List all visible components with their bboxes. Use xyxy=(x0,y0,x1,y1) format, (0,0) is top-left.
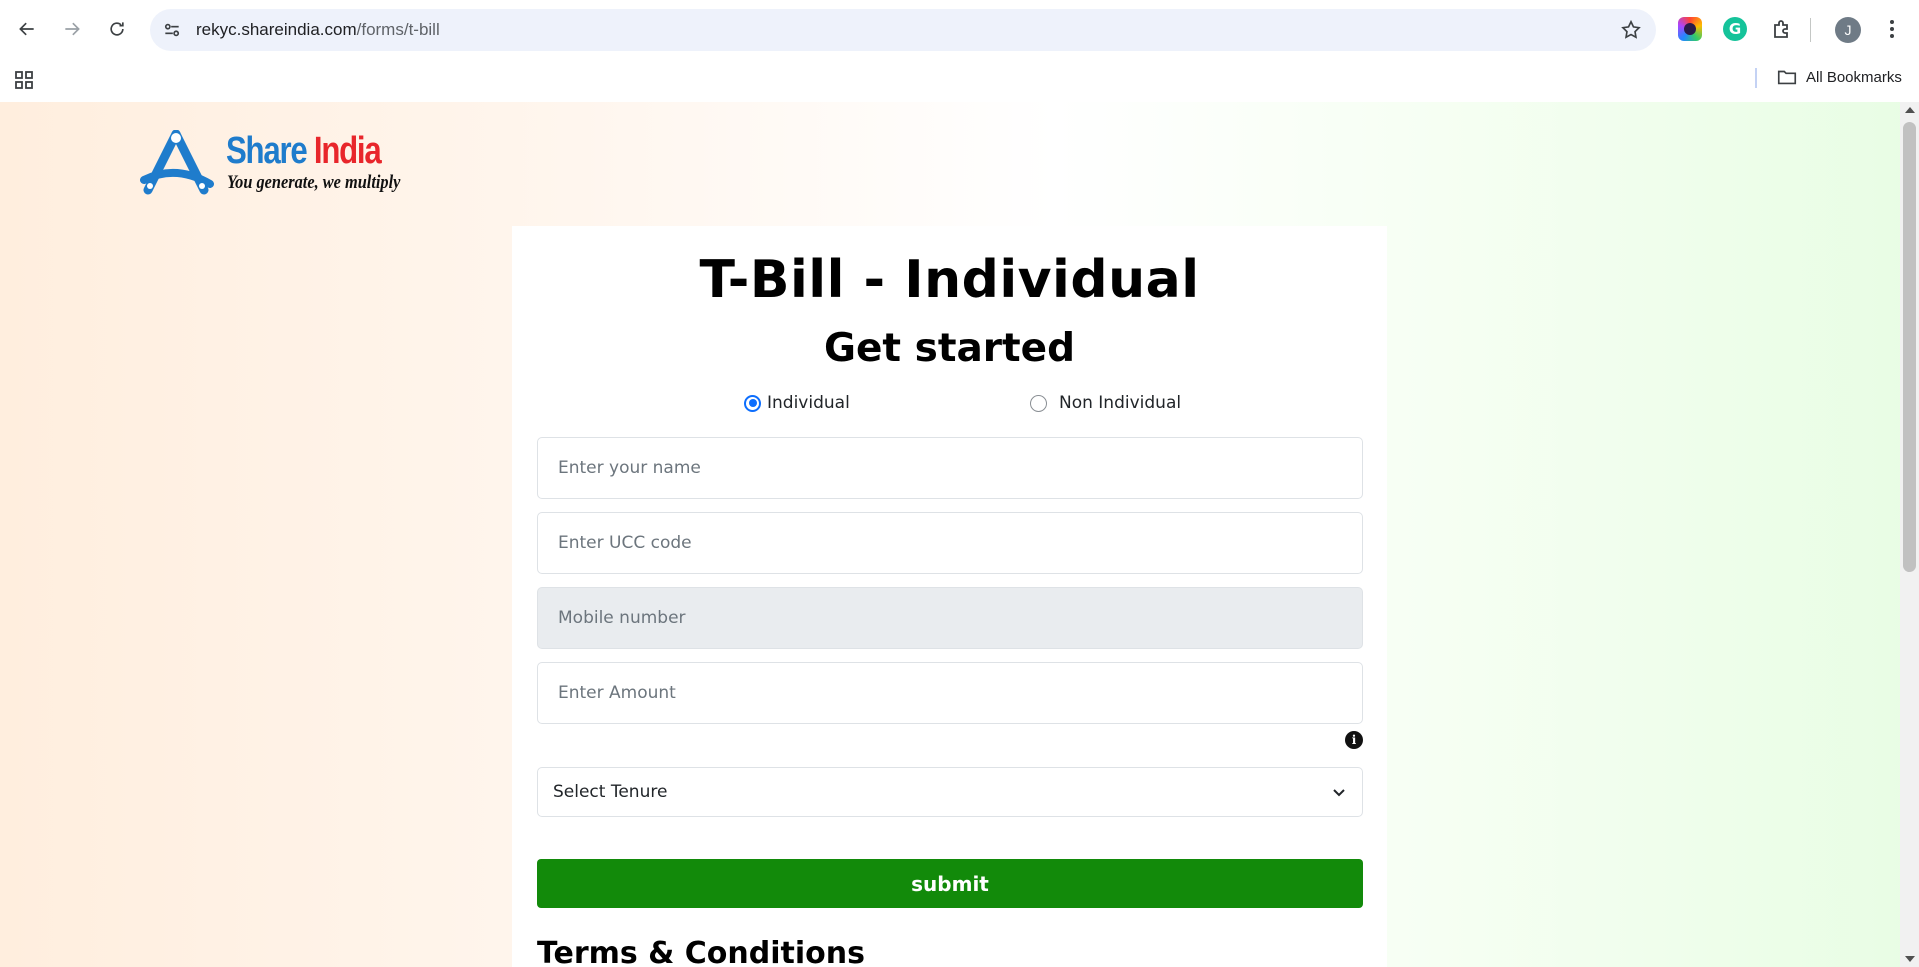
kebab-menu-icon[interactable] xyxy=(1880,17,1904,41)
address-bar[interactable]: rekyc.shareindia.com/forms/t-bill xyxy=(150,9,1656,51)
bookmarks-bar: All Bookmarks xyxy=(0,60,1919,102)
apps-icon[interactable] xyxy=(12,68,36,92)
name-input[interactable]: Enter your name xyxy=(537,437,1363,499)
mobile-number-input[interactable]: Mobile number xyxy=(537,587,1363,649)
extension-icon[interactable] xyxy=(1770,17,1794,41)
radio-individual-control[interactable] xyxy=(744,394,761,412)
browser-toolbar: rekyc.shareindia.com/forms/t-bill G J xyxy=(0,0,1919,60)
scrollbar-thumb[interactable] xyxy=(1903,122,1916,572)
url-text[interactable]: rekyc.shareindia.com/forms/t-bill xyxy=(196,20,440,40)
page-scrollbar[interactable] xyxy=(1900,102,1919,967)
share-india-logo[interactable]: Share India You generate, we multiply xyxy=(138,130,418,202)
forward-icon[interactable] xyxy=(57,14,87,44)
ucc-placeholder: Enter UCC code xyxy=(558,533,692,553)
url-domain: rekyc.shareindia.com xyxy=(196,20,357,39)
logo-word-india: India xyxy=(313,130,382,172)
grammarly-icon[interactable]: G xyxy=(1723,17,1747,41)
form-card: T-Bill - Individual Get started Individu… xyxy=(512,226,1387,967)
radio-non-individual-control[interactable] xyxy=(1030,394,1047,412)
url-path: /forms/t-bill xyxy=(356,20,440,39)
radio-individual[interactable]: Individual xyxy=(744,393,850,413)
folder-icon xyxy=(1777,70,1797,85)
radio-individual-label: Individual xyxy=(767,393,850,413)
logo-word-share: Share xyxy=(226,130,308,172)
extension-colorful-icon[interactable] xyxy=(1678,17,1702,41)
terms-heading: Terms & Conditions xyxy=(537,936,865,967)
ucc-code-input[interactable]: Enter UCC code xyxy=(537,512,1363,574)
toolbar-divider xyxy=(1810,18,1811,42)
star-icon[interactable] xyxy=(1620,19,1642,41)
info-icon[interactable]: i xyxy=(1345,731,1363,749)
tenure-select[interactable]: Select Tenure xyxy=(537,767,1363,817)
reload-icon[interactable] xyxy=(102,14,132,44)
logo-mark-icon xyxy=(140,130,214,195)
chevron-down-icon xyxy=(1333,789,1345,797)
page-viewport: Share India You generate, we multiply T-… xyxy=(0,102,1919,967)
logo-tagline: You generate, we multiply xyxy=(227,172,401,193)
name-placeholder: Enter your name xyxy=(558,458,701,478)
profile-avatar[interactable]: J xyxy=(1835,17,1861,43)
submit-button[interactable]: submit xyxy=(537,859,1363,908)
back-icon[interactable] xyxy=(12,14,42,44)
scroll-down-icon[interactable] xyxy=(1905,956,1915,962)
site-settings-icon[interactable] xyxy=(162,20,182,40)
amount-input[interactable]: Enter Amount xyxy=(537,662,1363,724)
all-bookmarks-button[interactable]: All Bookmarks xyxy=(1776,66,1902,88)
page-title: T-Bill - Individual xyxy=(699,250,1200,310)
scroll-up-icon[interactable] xyxy=(1905,107,1915,113)
amount-placeholder: Enter Amount xyxy=(558,683,676,703)
mobile-placeholder: Mobile number xyxy=(558,608,686,628)
all-bookmarks-label: All Bookmarks xyxy=(1806,68,1902,86)
bookmarks-divider xyxy=(1755,68,1757,88)
tenure-select-value: Select Tenure xyxy=(553,782,668,802)
logo-wordmark: Share India xyxy=(226,130,382,173)
radio-non-individual-label: Non Individual xyxy=(1059,393,1182,413)
form-subtitle: Get started xyxy=(823,326,1076,371)
radio-non-individual[interactable]: Non Individual xyxy=(1030,393,1181,413)
